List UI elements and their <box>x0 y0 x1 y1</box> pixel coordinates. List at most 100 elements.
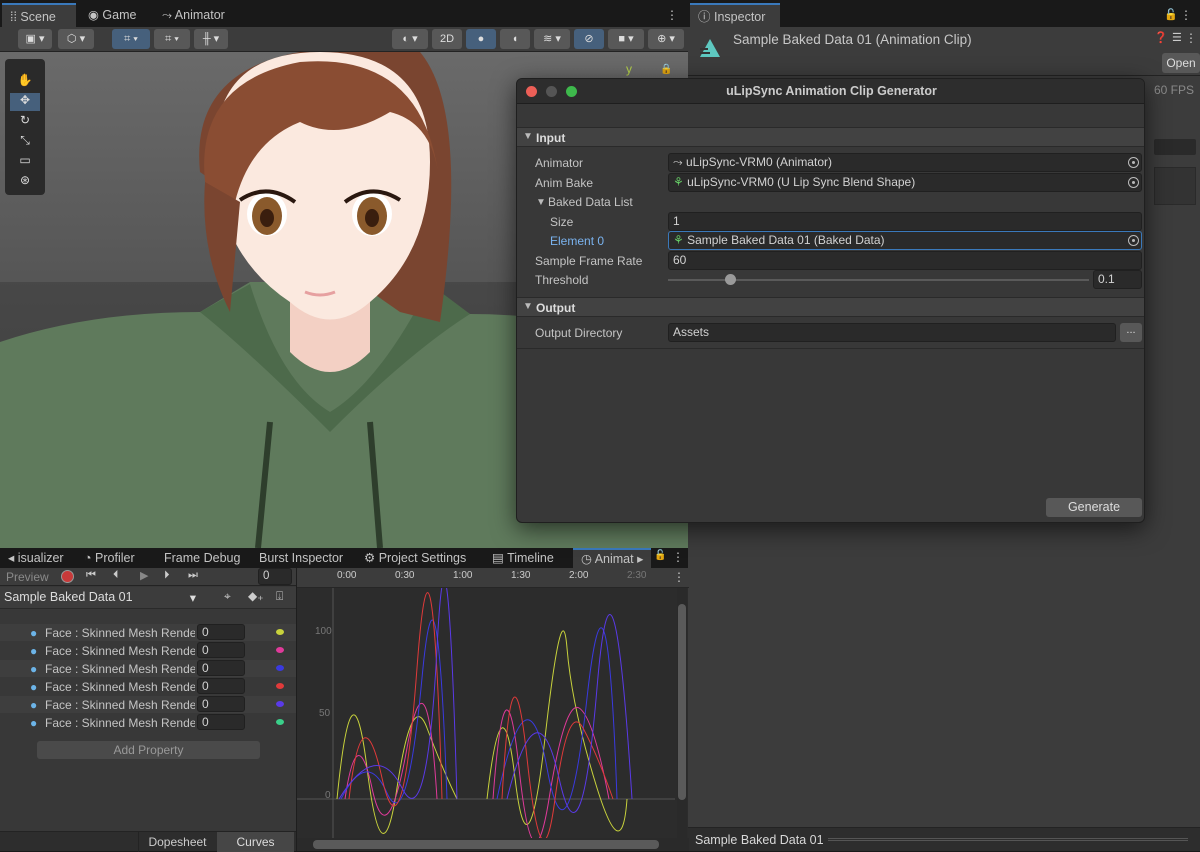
add-property-button[interactable]: Add Property <box>37 741 260 759</box>
visibility-button[interactable]: ⊘ <box>574 29 604 49</box>
threshold-field[interactable]: 0.1 <box>1093 270 1142 289</box>
keyframe-target-icon[interactable]: ⌖ <box>224 589 231 604</box>
anim-bake-field[interactable]: ⚘ uLipSync-VRM0 (U Lip Sync Blend Shape) <box>668 173 1142 192</box>
scale-tool-icon[interactable]: ⤡ <box>10 133 40 151</box>
blendshape-icon: ● <box>30 626 38 640</box>
preset-icon[interactable]: ☰ <box>1172 31 1182 44</box>
output-section-header[interactable]: ▼ Output <box>517 297 1144 317</box>
threshold-slider-thumb[interactable] <box>724 274 736 285</box>
gizmo-y-label[interactable]: y <box>626 62 632 76</box>
timeline-icon: ▤ <box>492 551 508 565</box>
tab-frame-debug[interactable]: Frame Debug <box>156 548 248 568</box>
object-picker-icon[interactable] <box>1128 157 1139 168</box>
gizmos-button[interactable]: ⊕ ▾ <box>648 29 684 49</box>
generate-button[interactable]: Generate <box>1046 498 1142 517</box>
property-value[interactable]: 0 <box>197 714 245 730</box>
effects-button[interactable]: ≋ ▾ <box>534 29 570 49</box>
tab-timeline[interactable]: ▤ Timeline <box>484 548 562 568</box>
property-value[interactable]: 0 <box>197 696 245 712</box>
mode-2d-button[interactable]: 2D <box>432 29 462 49</box>
hand-tool-icon[interactable]: ✋ <box>10 73 40 91</box>
first-key-icon[interactable]: ⏮ <box>86 569 96 582</box>
lock-icon[interactable]: 🔓 <box>654 550 666 561</box>
lock-icon[interactable]: 🔒 <box>660 64 672 75</box>
foldout-arrow-icon[interactable]: ▼ <box>536 197 546 208</box>
property-value[interactable]: 0 <box>197 678 245 694</box>
tab-animation[interactable]: ◷ Animat ▸ <box>573 548 652 568</box>
property-value[interactable]: 0 <box>197 642 245 658</box>
render-mode-button[interactable]: ⬡ ▾ <box>58 29 94 49</box>
list-item[interactable]: ● Face : Skinned Mesh Rende 0 <box>0 660 296 677</box>
inspector-title: Sample Baked Data 01 (Animation Clip) <box>733 32 972 47</box>
scroll-thumb[interactable] <box>313 840 659 849</box>
more-menu-icon[interactable]: ⋮ <box>673 570 685 584</box>
move-tool-icon[interactable]: ✥ <box>10 93 40 111</box>
browse-button[interactable]: ... <box>1120 323 1142 342</box>
more-menu-icon[interactable]: ⋮ <box>1185 31 1197 45</box>
lock-icon[interactable]: 🔓 <box>1164 8 1178 21</box>
frame-field[interactable]: 0 <box>258 568 292 585</box>
audio-button[interactable]: ◖ <box>500 29 530 49</box>
transform-tool-icon[interactable]: ⊛ <box>10 173 40 191</box>
camera-button[interactable]: ■ ▾ <box>608 29 644 49</box>
draw-mode-button[interactable]: ▣ ▾ <box>18 29 52 49</box>
frame-rate-field[interactable]: 60 <box>668 251 1142 270</box>
increment-snap-button[interactable]: ⌗ ▾ <box>154 29 190 49</box>
tab-inspector[interactable]: ⓘ Inspector <box>690 3 780 27</box>
input-section-header[interactable]: ▼ Input <box>517 127 1144 147</box>
dopesheet-tab[interactable]: Dopesheet <box>138 832 216 852</box>
grid-snap-button[interactable]: ⌗ ▾ <box>112 29 150 49</box>
field-stub[interactable] <box>1154 139 1196 155</box>
more-menu-icon[interactable]: ⋮ <box>666 8 678 22</box>
tab-profiler[interactable]: ◔ Profiler <box>76 548 143 568</box>
play-icon[interactable]: ▶ <box>140 569 148 582</box>
tab-burst-inspector[interactable]: Burst Inspector <box>251 548 351 568</box>
horizontal-scrollbar[interactable] <box>297 838 689 851</box>
curves-tab[interactable]: Curves <box>217 832 294 852</box>
foldout-arrow-icon: ▼ <box>523 131 533 142</box>
tab-game[interactable]: ◉ Game <box>80 3 144 27</box>
object-picker-icon[interactable] <box>1128 177 1139 188</box>
tab-animator[interactable]: ⤳ Animator <box>154 3 233 27</box>
property-value[interactable]: 0 <box>197 624 245 640</box>
prev-key-icon[interactable]: ⏴ <box>113 569 119 582</box>
object-picker-icon[interactable] <box>1128 235 1139 246</box>
clip-dropdown[interactable]: Sample Baked Data 01 ▾ <box>4 590 200 605</box>
property-value[interactable]: 0 <box>197 660 245 676</box>
animator-field[interactable]: ⤳ uLipSync-VRM0 (Animator) <box>668 153 1142 172</box>
blendshape-icon: ● <box>30 716 38 730</box>
rect-tool-icon[interactable]: ▭ <box>10 153 40 171</box>
tab-visualizer[interactable]: ◂ isualizer <box>0 548 72 568</box>
list-item[interactable]: ● Face : Skinned Mesh Rende 0 <box>0 696 296 713</box>
scroll-thumb[interactable] <box>678 604 686 800</box>
add-keyframe-icon[interactable]: ◆₊ <box>248 589 264 603</box>
shading-button[interactable]: ◐ ▾ <box>392 29 428 49</box>
list-item[interactable]: ● Face : Skinned Mesh Rende 0 <box>0 624 296 641</box>
record-icon[interactable] <box>61 570 74 583</box>
list-item[interactable]: ● Face : Skinned Mesh Rende 0 <box>0 642 296 659</box>
curves-plot[interactable] <box>297 588 675 838</box>
add-event-icon[interactable]: ⍗ <box>276 589 283 604</box>
tab-project-settings[interactable]: ⚙ Project Settings <box>356 548 474 568</box>
last-key-icon[interactable]: ⏭ <box>188 569 198 582</box>
next-key-icon[interactable]: ⏵ <box>164 569 170 582</box>
clip-row: Sample Baked Data 01 ▾ ⌖ ◆₊ ⍗ <box>0 587 296 609</box>
help-icon[interactable]: ❓ <box>1154 31 1168 44</box>
preview-toggle[interactable]: Preview <box>6 570 49 584</box>
lighting-button[interactable]: ● <box>466 29 496 49</box>
list-item[interactable]: ● Face : Skinned Mesh Rende 0 <box>0 714 296 731</box>
more-menu-icon[interactable]: ⋮ <box>672 550 684 564</box>
vertical-scrollbar[interactable] <box>677 588 687 838</box>
size-field[interactable]: 1 <box>668 212 1142 231</box>
list-item[interactable]: ● Face : Skinned Mesh Rende 0 <box>0 678 296 695</box>
curve-editor[interactable]: 0:00 0:30 1:00 1:30 2:00 2:30 ⋮ 100 50 0 <box>296 568 689 851</box>
rotate-tool-icon[interactable]: ↻ <box>10 113 40 131</box>
resize-handle[interactable] <box>828 838 1188 841</box>
open-button[interactable]: Open <box>1162 53 1200 73</box>
output-directory-field[interactable]: Assets <box>668 323 1116 342</box>
time-ruler[interactable]: 0:00 0:30 1:00 1:30 2:00 2:30 ⋮ <box>297 568 689 588</box>
snap-settings-button[interactable]: ╫ ▾ <box>194 29 228 49</box>
tab-scene[interactable]: ⁞⁞ Scene <box>2 3 76 27</box>
more-menu-icon[interactable]: ⋮ <box>1180 8 1192 22</box>
element-field[interactable]: ⚘ Sample Baked Data 01 (Baked Data) <box>668 231 1142 250</box>
